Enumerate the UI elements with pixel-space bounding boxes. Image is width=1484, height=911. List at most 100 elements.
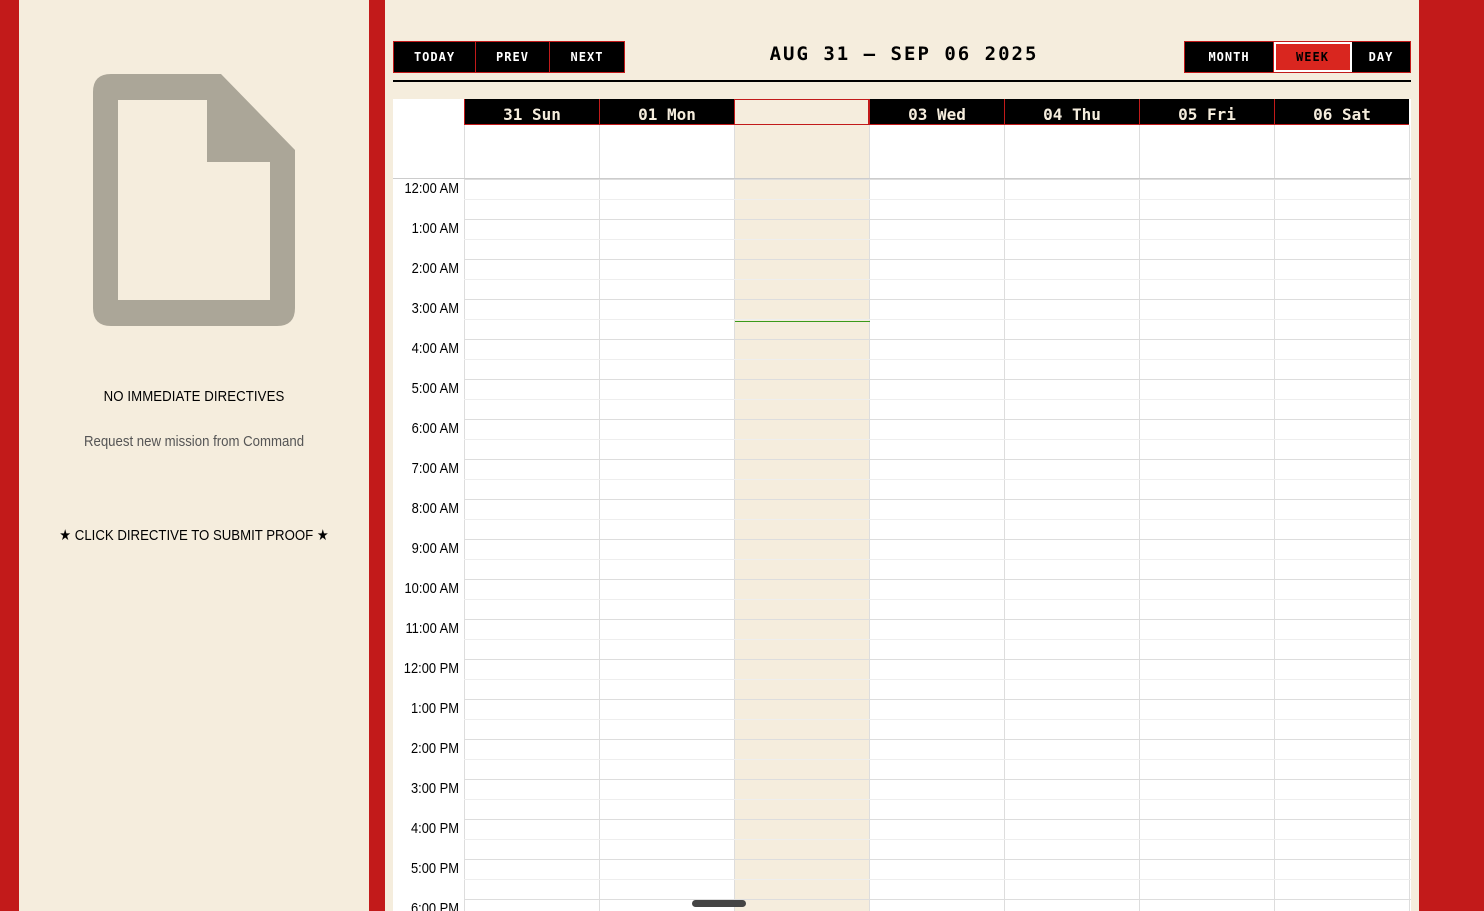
hour-row[interactable]: 10:00 AM	[393, 579, 1411, 619]
day-header-today[interactable]	[734, 99, 869, 125]
half-hour-gridline	[464, 719, 1411, 720]
submit-proof-hint: ★ CLICK DIRECTIVE TO SUBMIT PROOF ★	[59, 527, 329, 544]
scroll-handle[interactable]	[692, 900, 746, 907]
hour-row[interactable]: 5:00 PM	[393, 859, 1411, 899]
hour-label: 10:00 AM	[404, 580, 459, 597]
hour-gridline	[464, 339, 1411, 340]
half-hour-gridline	[464, 599, 1411, 600]
hour-gridline	[464, 819, 1411, 820]
hour-gridline	[464, 899, 1411, 900]
hour-row[interactable]: 1:00 PM	[393, 699, 1411, 739]
half-hour-gridline	[464, 399, 1411, 400]
hour-gridline	[464, 859, 1411, 860]
hour-row[interactable]: 6:00 PM	[393, 899, 1411, 911]
hour-label: 3:00 AM	[411, 300, 459, 317]
hour-row[interactable]: 12:00 PM	[393, 659, 1411, 699]
hour-row[interactable]: 2:00 PM	[393, 739, 1411, 779]
hour-label: 2:00 AM	[411, 260, 459, 277]
hour-row[interactable]: 9:00 AM	[393, 539, 1411, 579]
hour-label: 4:00 PM	[410, 820, 459, 837]
half-hour-gridline	[464, 839, 1411, 840]
view-switcher: MONTH WEEK DAY	[1184, 41, 1411, 73]
hour-gridline	[464, 659, 1411, 660]
current-time-indicator	[735, 321, 870, 322]
half-hour-gridline	[464, 679, 1411, 680]
hour-row[interactable]: 12:00 AM	[393, 179, 1411, 219]
half-hour-gridline	[464, 239, 1411, 240]
hour-label: 5:00 AM	[411, 380, 459, 397]
day-header[interactable]: 01 Mon	[599, 99, 734, 125]
half-hour-gridline	[464, 199, 1411, 200]
half-hour-gridline	[464, 439, 1411, 440]
day-header[interactable]: 03 Wed	[869, 99, 1004, 125]
half-hour-gridline	[464, 799, 1411, 800]
half-hour-gridline	[464, 519, 1411, 520]
calendar-panel: TODAY PREV NEXT AUG 31 – SEP 06 2025 MON…	[385, 0, 1419, 911]
half-hour-gridline	[464, 639, 1411, 640]
hour-label: 9:00 AM	[411, 540, 459, 557]
hour-label: 4:00 AM	[411, 340, 459, 357]
half-hour-gridline	[464, 879, 1411, 880]
half-hour-gridline	[464, 759, 1411, 760]
week-grid[interactable]: 31 Sun 01 Mon 03 Wed 04 Thu 05 Fri 06 Sat 12:…	[393, 99, 1411, 911]
day-header[interactable]: 05 Fri	[1139, 99, 1274, 125]
next-button[interactable]: NEXT	[550, 42, 624, 72]
half-hour-gridline	[464, 479, 1411, 480]
hour-row[interactable]: 6:00 AM	[393, 419, 1411, 459]
hour-gridline	[464, 379, 1411, 380]
hour-gridline	[464, 699, 1411, 700]
hour-row[interactable]: 3:00 PM	[393, 779, 1411, 819]
hour-gridline	[464, 179, 1411, 180]
hour-label: 2:00 PM	[410, 740, 459, 757]
hour-row[interactable]: 11:00 AM	[393, 619, 1411, 659]
day-header[interactable]: 04 Thu	[1004, 99, 1139, 125]
header-divider	[393, 80, 1411, 82]
request-mission-text: Request new mission from Command	[83, 433, 305, 450]
hour-gridline	[464, 459, 1411, 460]
hour-label: 5:00 PM	[410, 860, 459, 877]
document-icon	[93, 74, 295, 326]
prev-button[interactable]: PREV	[476, 42, 550, 72]
no-directives-title: NO IMMEDIATE DIRECTIVES	[103, 388, 285, 405]
hour-row[interactable]: 2:00 AM	[393, 259, 1411, 299]
hour-label: 1:00 PM	[410, 700, 459, 717]
hour-row[interactable]: 1:00 AM	[393, 219, 1411, 259]
hour-label: 1:00 AM	[411, 220, 459, 237]
hour-label: 12:00 AM	[404, 180, 459, 197]
hour-row[interactable]: 4:00 AM	[393, 339, 1411, 379]
hour-label: 11:00 AM	[405, 620, 459, 637]
day-header[interactable]: 31 Sun	[464, 99, 599, 125]
month-view-button[interactable]: MONTH	[1185, 42, 1274, 72]
half-hour-gridline	[464, 279, 1411, 280]
date-range-title: AUG 31 – SEP 06 2025	[769, 43, 1039, 65]
today-button[interactable]: TODAY	[394, 42, 476, 72]
hour-gridline	[464, 539, 1411, 540]
day-view-button[interactable]: DAY	[1352, 42, 1410, 72]
hour-label: 12:00 PM	[403, 660, 459, 677]
week-view-button[interactable]: WEEK	[1274, 42, 1352, 72]
hour-label: 3:00 PM	[410, 780, 459, 797]
hour-gridline	[464, 299, 1411, 300]
day-header[interactable]: 06 Sat	[1274, 99, 1409, 125]
hour-row[interactable]: 3:00 AM	[393, 299, 1411, 339]
half-hour-gridline	[464, 359, 1411, 360]
nav-button-group: TODAY PREV NEXT	[393, 41, 625, 73]
hour-gridline	[464, 779, 1411, 780]
hour-label: 8:00 AM	[411, 500, 459, 517]
half-hour-gridline	[464, 559, 1411, 560]
hour-label: 6:00 PM	[410, 900, 459, 911]
half-hour-gridline	[464, 319, 1411, 320]
day-header-row: 31 Sun 01 Mon 03 Wed 04 Thu 05 Fri 06 Sat	[464, 99, 1409, 125]
hour-gridline	[464, 419, 1411, 420]
hour-gridline	[464, 619, 1411, 620]
hour-gridline	[464, 499, 1411, 500]
hour-row[interactable]: 8:00 AM	[393, 499, 1411, 539]
hour-gridline	[464, 579, 1411, 580]
hour-row[interactable]: 5:00 AM	[393, 379, 1411, 419]
hour-row[interactable]: 7:00 AM	[393, 459, 1411, 499]
hour-row[interactable]: 4:00 PM	[393, 819, 1411, 859]
hour-gridline	[464, 739, 1411, 740]
hour-label: 6:00 AM	[411, 420, 459, 437]
hour-gridline	[464, 219, 1411, 220]
hour-gridline	[464, 259, 1411, 260]
